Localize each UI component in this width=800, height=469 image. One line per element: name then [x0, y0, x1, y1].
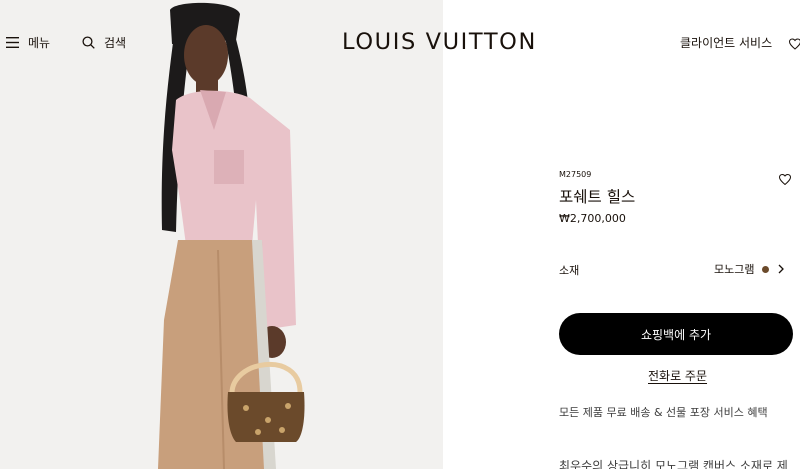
wishlist-header-button[interactable]: [788, 35, 800, 54]
wishlist-product-button[interactable]: [778, 170, 792, 189]
shipping-benefit-text: 모든 제품 무료 배송 & 선물 포장 서비스 혜택: [559, 406, 768, 419]
brand-logo[interactable]: LOUIS VUITTON: [342, 28, 544, 56]
product-name: 포쉐트 힐스: [559, 188, 636, 206]
chevron-right-icon: [779, 264, 785, 274]
phone-order-link[interactable]: 전화로 주문: [648, 367, 707, 384]
material-selector[interactable]: 모노그램: [714, 260, 785, 278]
model-illustration: [0, 0, 443, 469]
menu-label: 메뉴: [28, 35, 51, 50]
heart-icon: [788, 38, 800, 50]
product-sku: M27509: [559, 170, 592, 179]
menu-button[interactable]: 메뉴: [6, 33, 50, 51]
search-icon: [82, 35, 95, 49]
hero-product-image: [0, 0, 443, 469]
product-info-panel: [443, 0, 800, 469]
add-to-cart-label: 쇼핑백에 추가: [640, 327, 712, 342]
heart-icon: [778, 173, 792, 186]
material-swatch: [762, 265, 770, 273]
add-to-cart-button[interactable]: 쇼핑백에 추가: [559, 313, 793, 355]
material-label: 소재: [559, 264, 580, 277]
product-description-partial: 최우수의 상급니히 모노그램 캔버스 소재로 제: [559, 459, 788, 469]
material-value: 모노그램: [714, 263, 755, 276]
product-price: ₩2,700,000: [559, 212, 626, 225]
client-service-label: 클라이언트 서비스: [680, 35, 773, 50]
client-service-link[interactable]: 클라이언트 서비스: [680, 33, 772, 51]
search-button[interactable]: 검색: [82, 33, 126, 51]
hamburger-icon: [6, 36, 19, 48]
search-label: 검색: [104, 35, 127, 50]
